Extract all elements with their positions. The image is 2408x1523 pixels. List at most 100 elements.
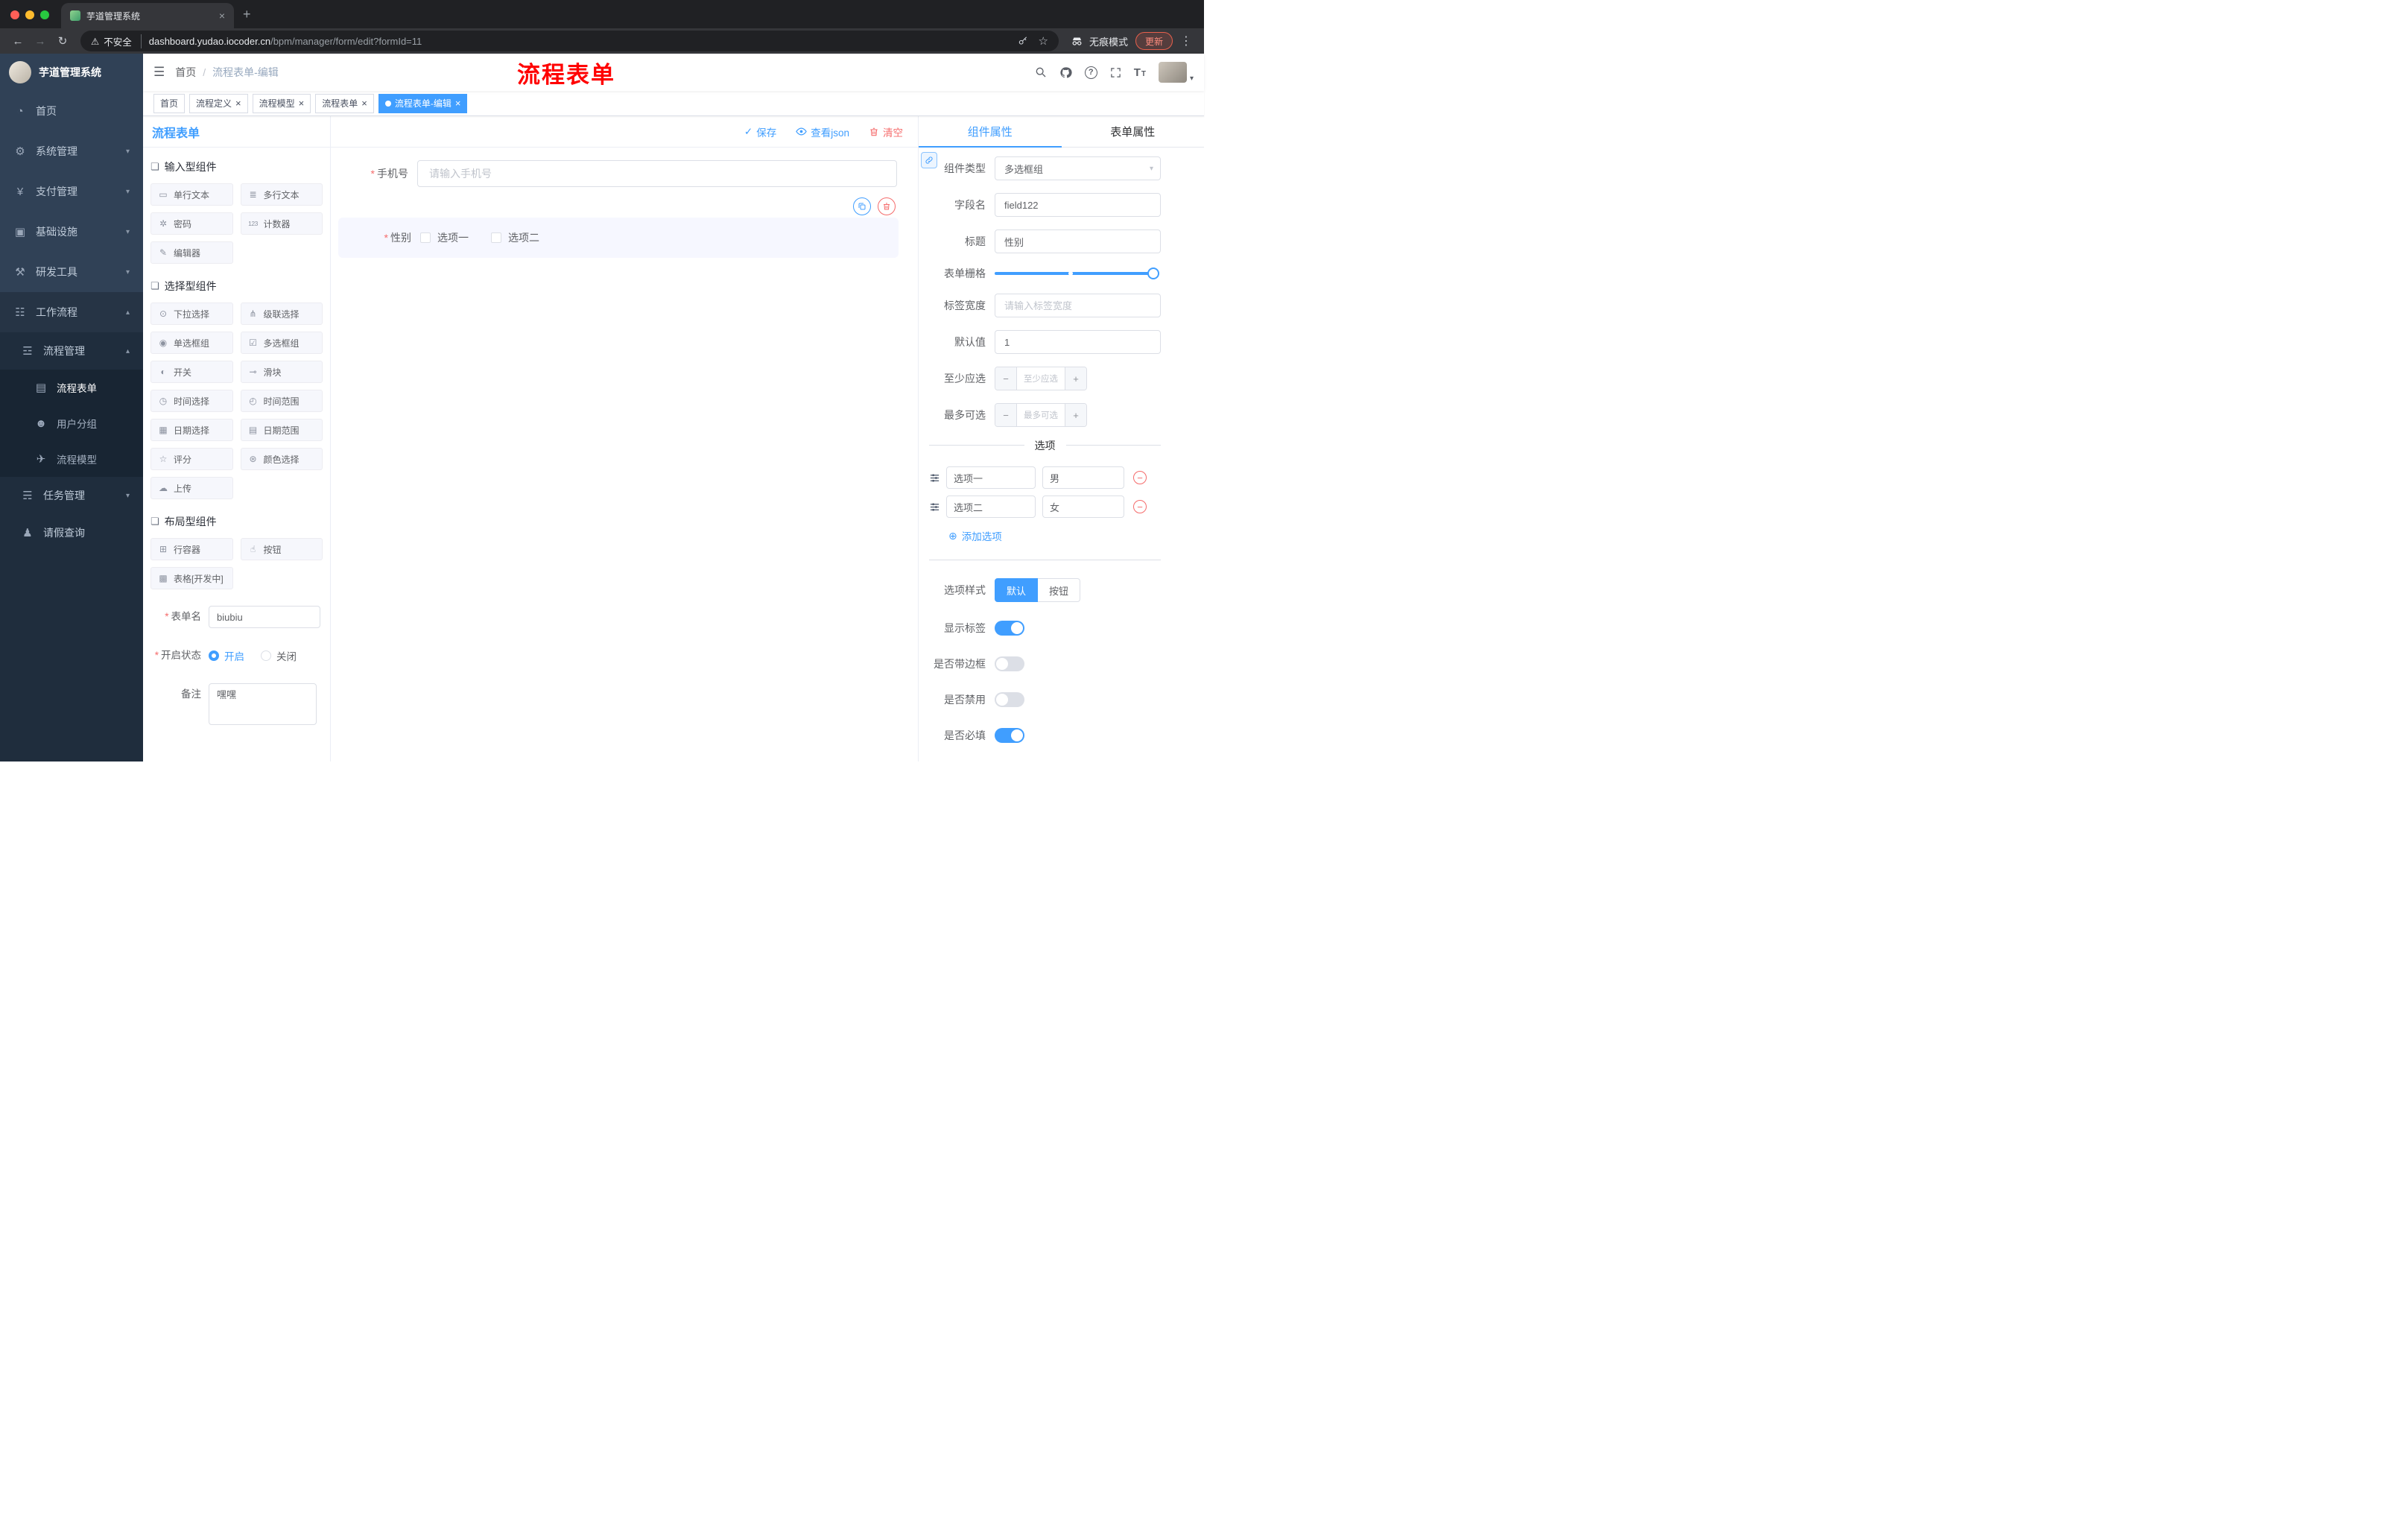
increase-button[interactable]: + bbox=[1065, 367, 1086, 390]
window-minimize-button[interactable] bbox=[25, 10, 34, 19]
palette-item-multiline-text[interactable]: ≣ 多行文本 bbox=[240, 183, 323, 206]
bookmark-star-icon[interactable]: ☆ bbox=[1039, 34, 1048, 48]
remove-option-button[interactable]: − bbox=[1133, 500, 1147, 513]
key-icon[interactable] bbox=[1018, 36, 1028, 46]
reload-icon[interactable]: ↻ bbox=[54, 34, 72, 48]
phone-field-row[interactable]: * 手机号 bbox=[338, 155, 899, 192]
tag-home[interactable]: 首页 bbox=[153, 93, 186, 113]
browser-menu-icon[interactable]: ⋮ bbox=[1180, 34, 1192, 48]
sidebar-item-devtools[interactable]: ⚒ 研发工具 ▾ bbox=[0, 252, 143, 292]
close-icon[interactable]: × bbox=[235, 98, 241, 108]
radio-status-off[interactable]: 关闭 bbox=[261, 648, 297, 663]
palette-item-radio-group[interactable]: ◉ 单选框组 bbox=[150, 332, 233, 354]
palette-item-switch[interactable]: ◐ 开关 bbox=[150, 361, 233, 383]
gender-field-selected[interactable]: * 性别 选项一 选项二 bbox=[338, 197, 899, 258]
border-toggle[interactable] bbox=[995, 656, 1024, 671]
palette-item-date-picker[interactable]: ▦ 日期选择 bbox=[150, 419, 233, 441]
palette-item-rate[interactable]: ☆ 评分 bbox=[150, 448, 233, 470]
increase-button[interactable]: + bbox=[1065, 404, 1086, 426]
sidebar-item-task-management[interactable]: ☴ 任务管理 ▾ bbox=[0, 477, 143, 514]
palette-item-editor[interactable]: ✎ 编辑器 bbox=[150, 241, 233, 264]
label-width-input[interactable] bbox=[995, 294, 1161, 317]
min-select-value[interactable]: 至少应选 bbox=[1017, 367, 1065, 390]
palette-item-select[interactable]: ⊙ 下拉选择 bbox=[150, 303, 233, 325]
browser-tab[interactable]: 芋道管理系统 × bbox=[61, 3, 234, 28]
palette-item-password[interactable]: ✲ 密码 bbox=[150, 212, 233, 235]
palette-item-time-range[interactable]: ◴ 时间范围 bbox=[240, 390, 323, 412]
palette-item-counter[interactable]: 123 计数器 bbox=[240, 212, 323, 235]
sidebar-item-process-management[interactable]: ☲ 流程管理 ▴ bbox=[0, 332, 143, 370]
window-close-button[interactable] bbox=[10, 10, 19, 19]
palette-item-time-picker[interactable]: ◷ 时间选择 bbox=[150, 390, 233, 412]
disabled-toggle[interactable] bbox=[995, 692, 1024, 707]
max-select-value[interactable]: 最多可选 bbox=[1017, 404, 1065, 426]
search-icon[interactable] bbox=[1035, 66, 1047, 78]
form-remark-textarea[interactable]: 嘿嘿 bbox=[209, 683, 317, 725]
tab-close-icon[interactable]: × bbox=[219, 10, 225, 22]
show-label-toggle[interactable] bbox=[995, 621, 1024, 636]
security-chip[interactable]: ⚠ 不安全 bbox=[91, 34, 142, 48]
palette-item-checkbox-group[interactable]: ☑ 多选框组 bbox=[240, 332, 323, 354]
sidebar-item-workflow[interactable]: ☷ 工作流程 ▴ bbox=[0, 292, 143, 332]
font-size-icon[interactable]: TT bbox=[1134, 66, 1146, 79]
palette-item-upload[interactable]: ☁ 上传 bbox=[150, 477, 233, 499]
tag-process-form[interactable]: 流程表单 × bbox=[315, 93, 374, 113]
component-type-select[interactable]: 多选框组 ▾ bbox=[995, 156, 1161, 180]
form-name-input[interactable] bbox=[209, 606, 320, 628]
checkbox-option-2[interactable]: 选项二 bbox=[491, 230, 539, 245]
option-1-label-input[interactable] bbox=[946, 466, 1036, 489]
palette-item-color-picker[interactable]: ⊛ 颜色选择 bbox=[240, 448, 323, 470]
link-icon[interactable] bbox=[921, 152, 937, 168]
option-1-value-input[interactable] bbox=[1042, 466, 1124, 489]
drag-handle-icon[interactable] bbox=[929, 472, 940, 484]
delete-component-button[interactable] bbox=[878, 197, 896, 215]
option-2-value-input[interactable] bbox=[1042, 495, 1124, 518]
tab-component-properties[interactable]: 组件属性 bbox=[919, 116, 1062, 148]
palette-item-cascader[interactable]: ⋔ 级联选择 bbox=[240, 303, 323, 325]
hamburger-icon[interactable]: ☰ bbox=[153, 65, 165, 80]
form-grid-slider[interactable] bbox=[995, 267, 1159, 279]
clear-button[interactable]: 清空 bbox=[869, 124, 903, 139]
github-icon[interactable] bbox=[1059, 66, 1072, 79]
tag-process-form-edit[interactable]: 流程表单-编辑 × bbox=[378, 93, 468, 113]
palette-item-button[interactable]: ☝ 按钮 bbox=[240, 538, 323, 560]
help-icon[interactable]: ? bbox=[1084, 66, 1097, 79]
close-icon[interactable]: × bbox=[361, 98, 367, 108]
fullscreen-icon[interactable] bbox=[1110, 67, 1121, 78]
close-icon[interactable]: × bbox=[299, 98, 305, 108]
radio-status-on[interactable]: 开启 bbox=[209, 648, 244, 663]
copy-component-button[interactable] bbox=[853, 197, 871, 215]
add-option-button[interactable]: ⊕ 添加选项 bbox=[948, 528, 1161, 543]
option-2-label-input[interactable] bbox=[946, 495, 1036, 518]
view-json-button[interactable]: 查看json bbox=[796, 124, 849, 139]
palette-item-table[interactable]: ▩ 表格[开发中] bbox=[150, 567, 233, 589]
tag-process-definition[interactable]: 流程定义 × bbox=[189, 93, 248, 113]
remove-option-button[interactable]: − bbox=[1133, 471, 1147, 484]
decrease-button[interactable]: − bbox=[995, 367, 1017, 390]
tab-form-properties[interactable]: 表单属性 bbox=[1062, 116, 1205, 147]
sidebar-item-payment[interactable]: ¥ 支付管理 ▾ bbox=[0, 171, 143, 212]
back-icon[interactable]: ← bbox=[9, 35, 27, 48]
field-name-input[interactable] bbox=[995, 193, 1161, 217]
user-avatar[interactable]: ▾ bbox=[1158, 62, 1194, 83]
sidebar-item-user-group[interactable]: ☻ 用户分组 bbox=[0, 405, 143, 441]
style-button-button[interactable]: 按钮 bbox=[1038, 578, 1081, 602]
tag-process-model[interactable]: 流程模型 × bbox=[252, 93, 311, 113]
breadcrumb-home[interactable]: 首页 bbox=[175, 65, 196, 80]
title-input[interactable] bbox=[995, 229, 1161, 253]
save-button[interactable]: ✓ 保存 bbox=[744, 124, 776, 139]
forward-icon[interactable]: → bbox=[31, 35, 49, 48]
decrease-button[interactable]: − bbox=[995, 404, 1017, 426]
required-toggle[interactable] bbox=[995, 728, 1024, 743]
new-tab-button[interactable]: + bbox=[243, 7, 251, 22]
sidebar-item-process-form[interactable]: ▤ 流程表单 bbox=[0, 370, 143, 405]
phone-input[interactable] bbox=[417, 160, 897, 187]
palette-item-slider[interactable]: ⊸ 滑块 bbox=[240, 361, 323, 383]
slider-handle[interactable] bbox=[1147, 267, 1159, 279]
sidebar-item-leave-query[interactable]: ♟ 请假查询 bbox=[0, 514, 143, 551]
update-button[interactable]: 更新 bbox=[1135, 32, 1173, 50]
close-icon[interactable]: × bbox=[455, 98, 461, 108]
sidebar-item-system[interactable]: ⚙ 系统管理 ▾ bbox=[0, 131, 143, 171]
default-value-input[interactable] bbox=[995, 330, 1161, 354]
window-zoom-button[interactable] bbox=[40, 10, 49, 19]
